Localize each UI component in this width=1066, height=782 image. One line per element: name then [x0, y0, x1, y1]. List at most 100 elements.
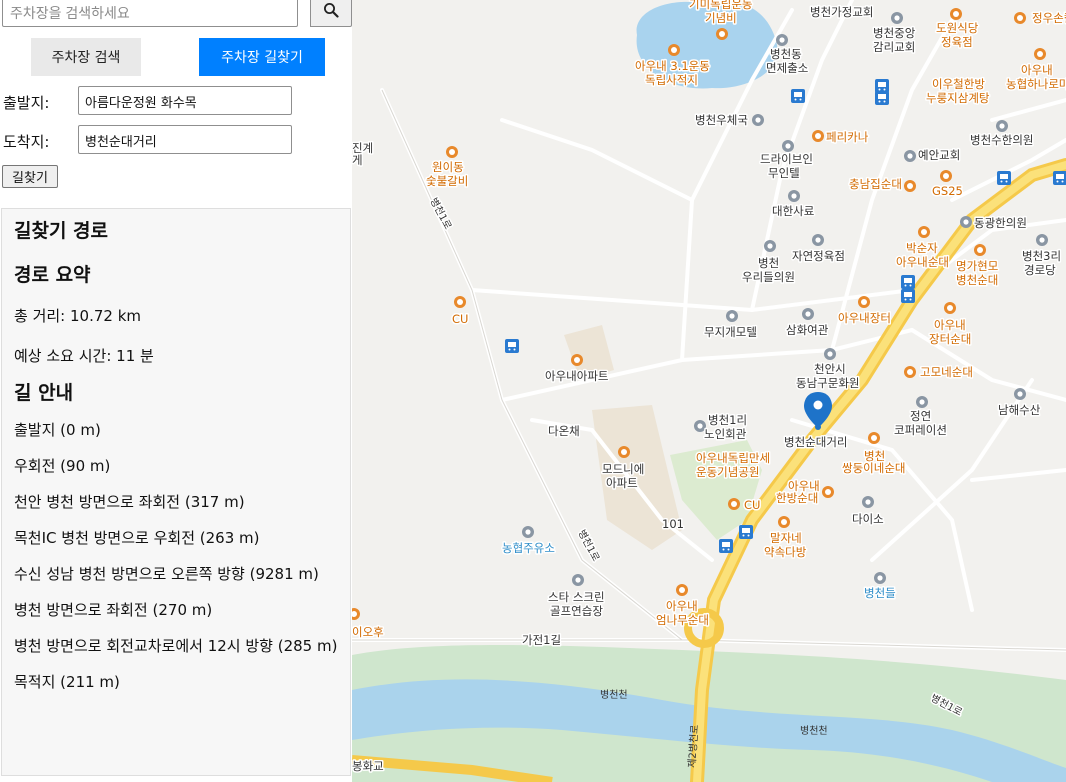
route-step: 출발지 (0 m): [14, 421, 101, 439]
total-distance: 총 거리: 10.72 km: [14, 307, 141, 325]
map-label: 무인텔: [768, 166, 800, 180]
map-label: 농협주유소: [502, 541, 555, 555]
estimated-time: 예상 소요 시간: 11 분: [14, 347, 154, 365]
map-label: 충남집순대: [849, 177, 902, 191]
map-label: 예안교회: [918, 148, 960, 162]
map-label: 병천천: [600, 689, 628, 701]
map-label: 원이동: [432, 160, 464, 174]
origin-label: 출발지:: [3, 94, 50, 112]
search-icon: [324, 3, 339, 18]
map-label: 고모네순대: [920, 365, 973, 379]
map-label: 모드니에: [602, 462, 644, 476]
map-label: 경로당: [1024, 263, 1056, 277]
map-label: 이오후: [352, 625, 384, 639]
map-label: 박순자: [906, 241, 938, 255]
map-label: 도원식당: [936, 21, 979, 35]
map-label: 약속다방: [764, 545, 807, 559]
map-label: 장터순대: [929, 332, 971, 346]
map-label: 기념비: [705, 11, 737, 25]
route-step: 목천IC 병천 방면으로 우회전 (263 m): [14, 529, 260, 547]
map-label: 아우내아파트: [545, 369, 608, 383]
map-label: 정연: [910, 409, 931, 423]
map-label: 페리카나: [826, 130, 869, 144]
map-label: 병천순대거리: [784, 435, 847, 449]
route-result-panel: 길찾기 경로 경로 요약 총 거리: 10.72 km 예상 소요 시간: 11…: [1, 208, 351, 776]
map-label: 골프연습장: [550, 604, 603, 618]
sidebar-panel: 주차장 검색 주차장 길찾기 출발지: 도착지: 길찾기 길찾기 경로 경로 요…: [0, 0, 352, 782]
destination-input[interactable]: [78, 125, 292, 154]
map-label: 병천우체국: [695, 113, 748, 127]
map-label: 병천: [758, 256, 779, 270]
map-label: 아우내: [666, 599, 698, 613]
map-label: 101: [662, 517, 684, 531]
map-label: 병천중앙: [873, 26, 916, 40]
map-label: 아우내: [934, 318, 966, 332]
map-label: 아파트: [606, 476, 638, 490]
route-step: 목적지 (211 m): [14, 673, 120, 691]
map-label: 코퍼레이션: [894, 423, 947, 437]
map-label: 엄나무순대: [656, 613, 709, 627]
search-button[interactable]: [310, 0, 352, 27]
parking-search-input[interactable]: [2, 0, 298, 27]
tab-parking-search[interactable]: 주차장 검색: [31, 38, 141, 76]
map-label: 동남구문화원: [796, 376, 859, 390]
map-label: 남해수산: [998, 403, 1041, 417]
map-label: GS25: [932, 184, 963, 198]
map-label: 병천동: [770, 47, 802, 61]
map-label: 동광한의원: [974, 216, 1027, 230]
map-label: 아우내 3.1운동: [635, 59, 710, 73]
map-label: 농협하나로마: [1006, 77, 1066, 91]
route-step: 우회전 (90 m): [14, 457, 111, 475]
map-label: 숯불갈비: [426, 174, 468, 188]
map-label: 아우내독립만세: [696, 451, 770, 465]
map-label: 병천천: [800, 725, 828, 737]
map-label: 아우내장터: [838, 311, 891, 325]
map-label: 말자네: [770, 531, 802, 545]
map-label: 대한사료: [772, 204, 814, 218]
map-label: 병천들: [864, 586, 896, 600]
map-label: 아우내: [1021, 63, 1053, 77]
route-steps-list: 출발지 (0 m) 우회전 (90 m) 천안 병천 방면으로 좌회전 (317…: [14, 419, 338, 693]
map-label: 드라이브인: [760, 152, 813, 166]
map-view[interactable]: 기미독립운동 기념비 병천가정교회 도원식당 정육점 정우손칼 병천중앙 감리교…: [352, 0, 1066, 782]
map-label: 병천가정교회: [810, 5, 873, 19]
route-step: 수신 성남 병천 방면으로 오른쪽 방향 (9281 m): [14, 565, 319, 583]
map-label: 병천순대: [956, 273, 998, 287]
route-step: 병천 방면으로 회전교차로에서 12시 방향 (285 m): [14, 637, 338, 655]
map-label: 노인회관: [704, 427, 747, 441]
map-label: 다온채: [548, 424, 580, 438]
map-label: 누룽지삼계탕: [926, 91, 990, 105]
route-step: 천안 병천 방면으로 좌회전 (317 m): [14, 493, 245, 511]
summary-heading: 경로 요약: [14, 264, 91, 286]
map-label: 독립사적지: [645, 73, 698, 87]
map-label: 아우내순대: [896, 255, 949, 269]
route-title: 길찾기 경로: [14, 220, 109, 242]
map-label: 정우손칼: [1032, 11, 1066, 25]
map-label: 이우철한방: [932, 77, 985, 91]
map-canvas[interactable]: 기미독립운동 기념비 병천가정교회 도원식당 정육점 정우손칼 병천중앙 감리교…: [352, 0, 1066, 782]
map-label: CU: [452, 312, 468, 326]
tab-parking-route[interactable]: 주차장 길찾기: [199, 38, 325, 76]
route-step: 병천 방면으로 좌회전 (270 m): [14, 601, 213, 619]
map-label: 게: [352, 153, 363, 167]
map-label: 병천1리: [708, 413, 747, 427]
destination-label: 도착지:: [3, 133, 50, 151]
map-label: 다이소: [852, 512, 884, 526]
map-label: 삼화여관: [786, 323, 829, 337]
map-label: 한방순대: [776, 491, 818, 505]
map-label: 가전1길: [522, 633, 561, 647]
map-label: 쌍둥이네순대: [842, 461, 905, 475]
map-label: 감리교회: [873, 40, 915, 54]
map-label: 우리들의원: [742, 270, 795, 284]
map-label: 스타 스크린: [548, 590, 605, 604]
map-label: 면제출소: [766, 61, 808, 75]
find-route-button[interactable]: 길찾기: [2, 165, 58, 188]
map-label: 정육점: [941, 35, 973, 49]
map-label: 기미독립운동: [689, 0, 752, 11]
map-label: CU: [744, 498, 760, 512]
map-label: 명가현모: [956, 259, 998, 273]
guide-heading: 길 안내: [14, 382, 74, 404]
origin-input[interactable]: [78, 86, 292, 115]
map-label: 천안시: [814, 362, 846, 376]
map-label: 운동기념공원: [696, 465, 759, 479]
